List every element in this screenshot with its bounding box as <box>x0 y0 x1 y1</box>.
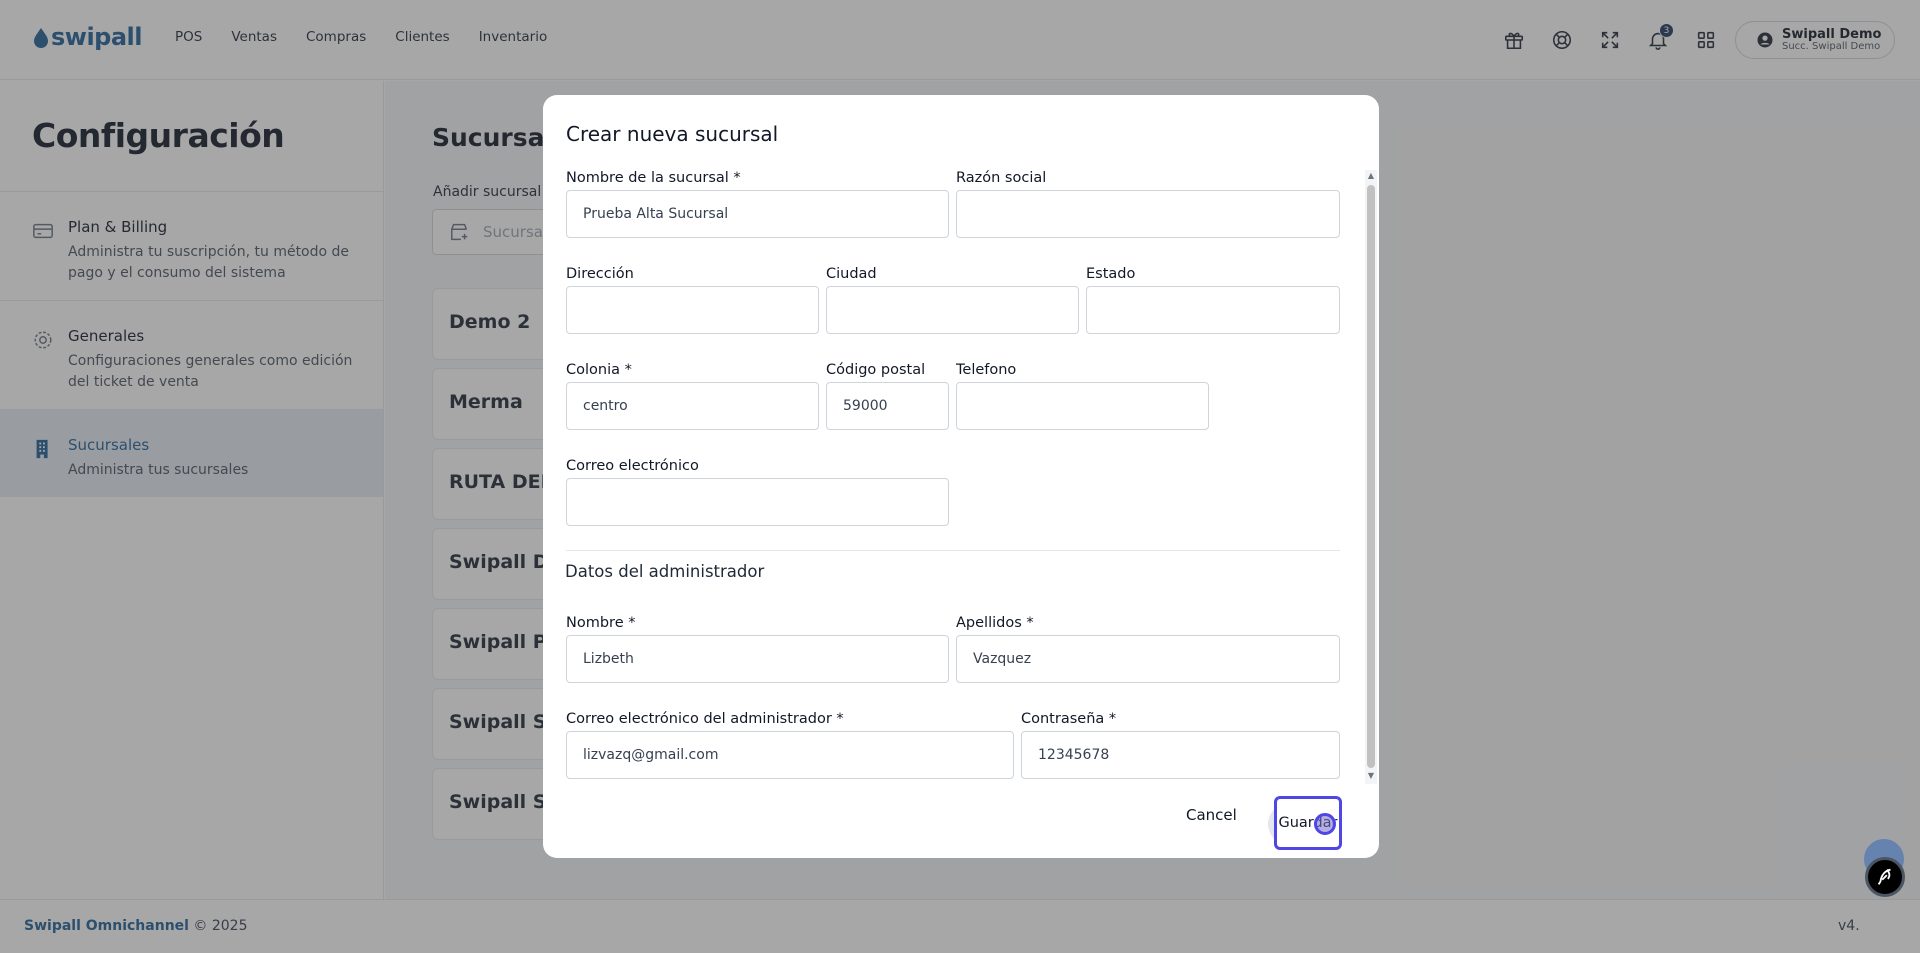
admin-first-name-input[interactable] <box>566 635 949 683</box>
mouse-cursor-indicator <box>1314 813 1336 835</box>
postal-code-input[interactable] <box>826 382 949 430</box>
admin-section-title: Datos del administrador <box>565 562 765 581</box>
business-name-input[interactable] <box>956 190 1340 238</box>
scroll-up-arrow-icon[interactable]: ▲ <box>1367 172 1375 180</box>
admin-password-input[interactable] <box>1021 731 1340 779</box>
postal-code-label: Código postal <box>826 362 926 378</box>
dialog-scrollbar[interactable]: ▲ ▼ <box>1365 170 1377 784</box>
state-label: Estado <box>1086 266 1136 282</box>
city-label: Ciudad <box>826 266 877 282</box>
branch-name-input[interactable] <box>566 190 949 238</box>
assistant-fab-button[interactable] <box>1865 857 1905 897</box>
admin-password-label: Contraseña * <box>1021 711 1117 727</box>
dialog-title: Crear nueva sucursal <box>566 122 779 146</box>
address-label: Dirección <box>566 266 634 282</box>
create-branch-dialog: Crear nueva sucursal Nombre de la sucurs… <box>543 95 1379 858</box>
phone-input[interactable] <box>956 382 1209 430</box>
scrollbar-thumb[interactable] <box>1367 185 1375 768</box>
state-input[interactable] <box>1086 286 1340 334</box>
email-input[interactable] <box>566 478 949 526</box>
email-label: Correo electrónico <box>566 458 699 474</box>
neighborhood-input[interactable] <box>566 382 819 430</box>
feather-icon <box>1877 868 1891 885</box>
branch-name-label: Nombre de la sucursal * <box>566 170 741 186</box>
address-input[interactable] <box>566 286 819 334</box>
business-name-label: Razón social <box>956 170 1047 186</box>
dialog-form: Nombre de la sucursal * Razón social Dir… <box>543 170 1379 782</box>
neighborhood-label: Colonia * <box>566 362 632 378</box>
admin-last-name-input[interactable] <box>956 635 1340 683</box>
phone-label: Telefono <box>956 362 1017 378</box>
admin-email-label: Correo electrónico del administrador * <box>566 711 844 727</box>
cancel-button[interactable]: Cancel <box>1186 806 1237 824</box>
admin-email-input[interactable] <box>566 731 1014 779</box>
admin-last-name-label: Apellidos * <box>956 615 1034 631</box>
form-divider <box>566 550 1340 551</box>
admin-first-name-label: Nombre * <box>566 615 636 631</box>
city-input[interactable] <box>826 286 1079 334</box>
scroll-down-arrow-icon[interactable]: ▼ <box>1367 772 1375 780</box>
